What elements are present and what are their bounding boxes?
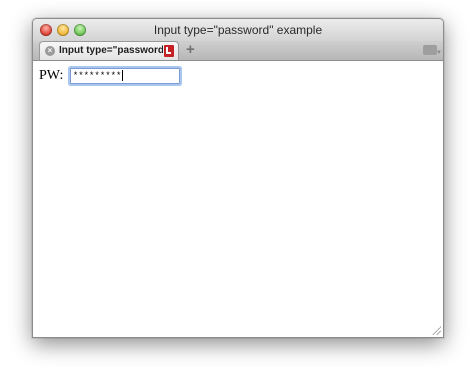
- window-title: Input type="password" example: [153, 23, 323, 37]
- text-caret: [122, 69, 124, 81]
- tab-close-icon[interactable]: ×: [45, 46, 55, 56]
- password-input[interactable]: *********: [69, 67, 180, 84]
- new-tab-button[interactable]: +: [186, 42, 195, 58]
- title-bar[interactable]: Input type="password" example: [33, 19, 443, 41]
- browser-window: Input type="password" example × Input ty…: [32, 18, 444, 338]
- password-mask: *********: [72, 70, 122, 81]
- resize-grip-icon[interactable]: [431, 325, 441, 335]
- password-form: PW: *********: [39, 67, 180, 85]
- password-label: PW:: [39, 67, 64, 83]
- chevron-down-icon: ▼: [436, 50, 442, 56]
- tab-label: Input type="password...: [59, 45, 163, 56]
- tab-overview-icon[interactable]: [423, 45, 437, 55]
- tab-strip: × Input type="password... + ▼: [33, 41, 443, 61]
- tab-active[interactable]: × Input type="password...: [39, 41, 179, 60]
- bookmark-icon: [164, 45, 174, 57]
- page-content: PW: *********: [33, 61, 443, 337]
